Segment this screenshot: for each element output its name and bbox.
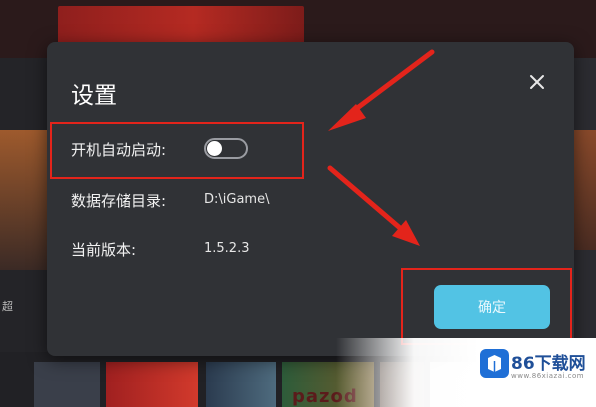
watermark-url: www.86xiazai.com — [511, 372, 585, 380]
arrow-to-confirm-icon — [327, 165, 420, 246]
watermark-brand: 86下载网 — [511, 354, 586, 374]
arrow-to-autostart-icon — [328, 49, 435, 131]
watermark-logo-icon — [480, 349, 509, 378]
